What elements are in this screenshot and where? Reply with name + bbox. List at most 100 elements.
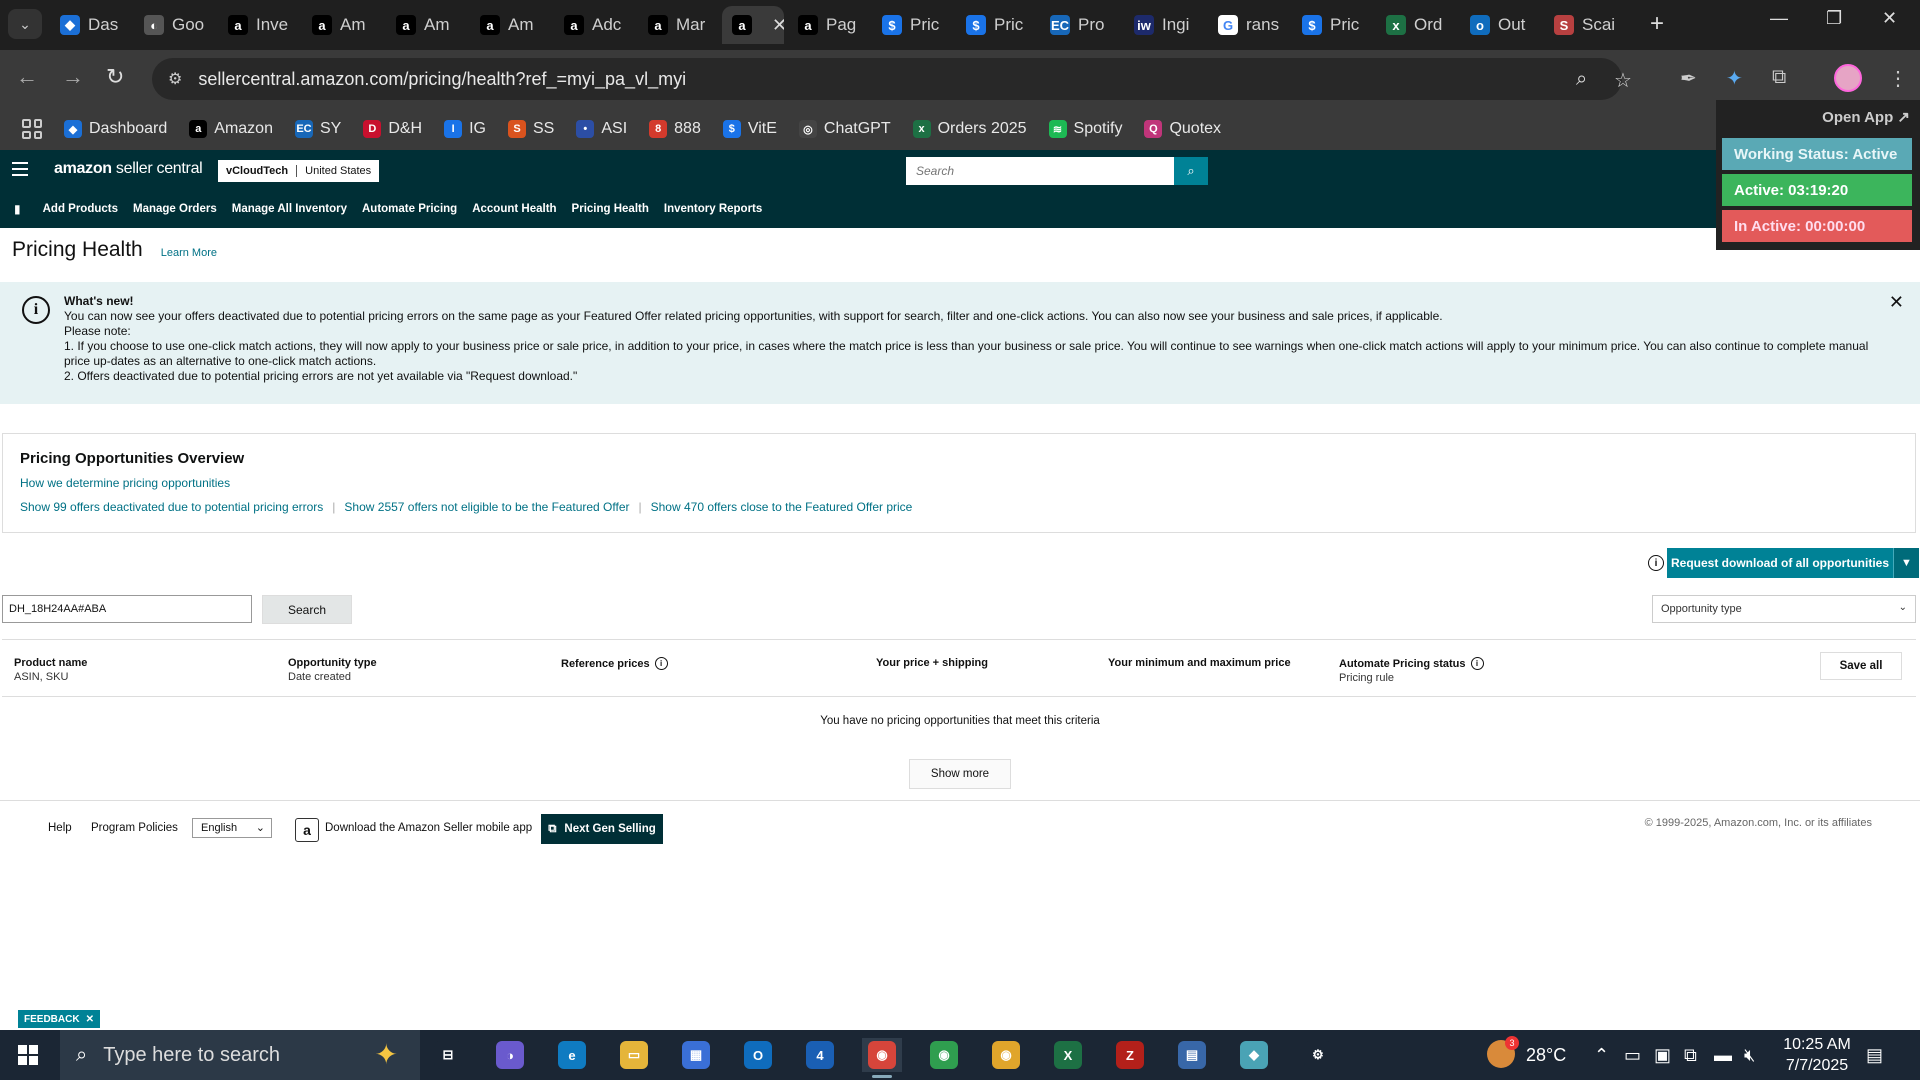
- taskbar-app[interactable]: e: [552, 1038, 592, 1072]
- browser-tab[interactable]: a Adc: [554, 6, 634, 44]
- feedback-button[interactable]: FEEDBACK ✕: [18, 1010, 100, 1028]
- camera-icon[interactable]: ▣: [1654, 1045, 1671, 1066]
- bookmark-item[interactable]: ≋ Spotify: [1048, 120, 1122, 138]
- browser-tab[interactable]: x Ord: [1376, 6, 1456, 44]
- taskbar-app[interactable]: ◉: [924, 1038, 964, 1072]
- taskbar-app[interactable]: ▦: [676, 1038, 716, 1072]
- chevron-down-icon[interactable]: ▼: [1893, 548, 1919, 578]
- taskbar-app[interactable]: ▭: [614, 1038, 654, 1072]
- browser-tab[interactable]: ◆ Das: [50, 6, 130, 44]
- profile-avatar[interactable]: [1834, 64, 1862, 92]
- notifications-icon[interactable]: ▤: [1866, 1045, 1883, 1066]
- open-app-link[interactable]: Open App ↗: [1822, 108, 1910, 126]
- close-window-icon[interactable]: ✕: [1882, 8, 1897, 29]
- learn-more-link[interactable]: Learn More: [161, 247, 217, 259]
- tab-search-button[interactable]: ⌄: [8, 9, 42, 39]
- nav-link[interactable]: Inventory Reports: [664, 203, 762, 215]
- bookmark-star-icon[interactable]: ☆: [1614, 68, 1632, 93]
- extensions-puzzle-icon[interactable]: ⧉: [1772, 66, 1786, 89]
- taskbar-app[interactable]: X: [1048, 1038, 1088, 1072]
- browser-tab[interactable]: a Am: [470, 6, 550, 44]
- extension-feather-icon[interactable]: ✒: [1680, 66, 1697, 91]
- info-icon[interactable]: i: [654, 657, 668, 670]
- browser-tab[interactable]: $ Pric: [1292, 6, 1372, 44]
- screen-share-icon[interactable]: ⧉: [1684, 1045, 1697, 1066]
- taskbar-app[interactable]: Z: [1110, 1038, 1150, 1072]
- info-icon[interactable]: i: [1648, 555, 1664, 571]
- back-button[interactable]: ←: [16, 64, 38, 90]
- bookmark-item[interactable]: EC SY: [294, 120, 341, 138]
- browser-tab[interactable]: a Am: [302, 6, 382, 44]
- minimize-icon[interactable]: —: [1770, 8, 1788, 29]
- address-bar[interactable]: ⚙ sellercentral.amazon.com/pricing/healt…: [152, 58, 1632, 100]
- download-app-link[interactable]: Download the Amazon Seller mobile app: [325, 822, 532, 834]
- site-settings-icon[interactable]: ⚙: [168, 69, 182, 89]
- browser-tab[interactable]: EC Pro: [1040, 6, 1120, 44]
- deactivated-offers-link[interactable]: Show 99 offers deactivated due to potent…: [20, 500, 323, 514]
- save-all-button[interactable]: Save all: [1820, 652, 1902, 680]
- bookmark-item[interactable]: D D&H: [363, 120, 422, 138]
- display-icon[interactable]: ▭: [1624, 1045, 1641, 1066]
- zoom-icon[interactable]: ⌕: [1576, 68, 1587, 91]
- seller-search-button[interactable]: ⌕: [1174, 157, 1208, 185]
- nav-link[interactable]: Manage Orders: [133, 203, 217, 215]
- apps-grid-icon[interactable]: [22, 119, 42, 139]
- search-button[interactable]: Search: [262, 595, 352, 624]
- bookmark-item[interactable]: $ VitE: [722, 120, 777, 138]
- hamburger-menu-icon[interactable]: [12, 162, 28, 176]
- bookmark-item[interactable]: a Amazon: [189, 120, 273, 138]
- bookmark-item[interactable]: • ASI: [576, 120, 627, 138]
- nav-link[interactable]: Pricing Health: [572, 203, 649, 215]
- show-more-button[interactable]: Show more: [909, 759, 1011, 789]
- seller-central-logo[interactable]: amazon seller central: [54, 160, 203, 178]
- windows-start-icon[interactable]: [18, 1045, 38, 1065]
- browser-tab[interactable]: a Pag: [788, 6, 868, 44]
- bookmark-item[interactable]: ◆ Dashboard: [64, 120, 167, 138]
- taskbar-app[interactable]: ◑: [490, 1038, 530, 1072]
- opportunity-type-select[interactable]: Opportunity type ⌄: [1652, 595, 1916, 623]
- sku-search-input[interactable]: [2, 595, 252, 623]
- next-gen-selling-button[interactable]: ⧉ Next Gen Selling: [541, 814, 663, 844]
- browser-tab[interactable]: ◐ Goo: [134, 6, 214, 44]
- taskbar-app[interactable]: ◉: [986, 1038, 1026, 1072]
- browser-tab[interactable]: a Inve: [218, 6, 298, 44]
- taskbar-app[interactable]: 4: [800, 1038, 840, 1072]
- browser-menu-icon[interactable]: ⋮: [1888, 66, 1908, 91]
- bookmark-item[interactable]: x Orders 2025: [912, 120, 1027, 138]
- restore-icon[interactable]: ❐: [1826, 8, 1842, 29]
- browser-tab[interactable]: $ Pric: [872, 6, 952, 44]
- bookmark-item[interactable]: S SS: [508, 120, 554, 138]
- browser-tab[interactable]: a Mar: [638, 6, 718, 44]
- not-eligible-offers-link[interactable]: Show 2557 offers not eligible to be the …: [344, 500, 629, 514]
- browser-tab[interactable]: iw Ingi: [1124, 6, 1204, 44]
- system-clock[interactable]: 10:25 AM 7/7/2025: [1772, 1034, 1862, 1076]
- account-switcher[interactable]: vCloudTech United States: [218, 160, 380, 182]
- reload-button[interactable]: ↻: [106, 64, 124, 90]
- program-policies-link[interactable]: Program Policies: [91, 822, 178, 834]
- volume-muted-icon[interactable]: 🔇︎: [1744, 1045, 1755, 1066]
- new-tab-button[interactable]: +: [1650, 10, 1664, 38]
- extension-dropbox-icon[interactable]: ✦: [1726, 66, 1743, 91]
- seller-search-input[interactable]: [906, 157, 1174, 185]
- taskbar-app[interactable]: ▤: [1172, 1038, 1212, 1072]
- taskbar-search[interactable]: ⌕ Type here to search ✦: [60, 1030, 420, 1080]
- request-download-button[interactable]: Request download of all opportunities: [1667, 548, 1893, 578]
- bookmark-item[interactable]: I IG: [444, 120, 486, 138]
- bookmark-item[interactable]: 8 888: [649, 120, 701, 138]
- taskbar-app[interactable]: ◉: [862, 1038, 902, 1078]
- close-to-featured-link[interactable]: Show 470 offers close to the Featured Of…: [651, 500, 913, 514]
- browser-tab[interactable]: a ✕: [722, 6, 784, 44]
- bookmark-item[interactable]: Q Quotex: [1144, 120, 1221, 138]
- bookmark-item[interactable]: ◎ ChatGPT: [798, 120, 891, 138]
- browser-tab[interactable]: $ Pric: [956, 6, 1036, 44]
- forward-button[interactable]: →: [62, 64, 84, 90]
- taskbar-app[interactable]: ⚙: [1298, 1038, 1338, 1072]
- close-tab-icon[interactable]: ✕: [772, 15, 784, 36]
- browser-tab[interactable]: a Am: [386, 6, 466, 44]
- browser-tab[interactable]: S Scai: [1544, 6, 1624, 44]
- how-we-determine-link[interactable]: How we determine pricing opportunities: [20, 476, 230, 490]
- battery-icon[interactable]: ▬: [1714, 1045, 1732, 1066]
- close-icon[interactable]: ✕: [86, 1014, 94, 1025]
- nav-link[interactable]: Add Products: [43, 203, 118, 215]
- chevron-up-icon[interactable]: ⌃: [1594, 1045, 1609, 1066]
